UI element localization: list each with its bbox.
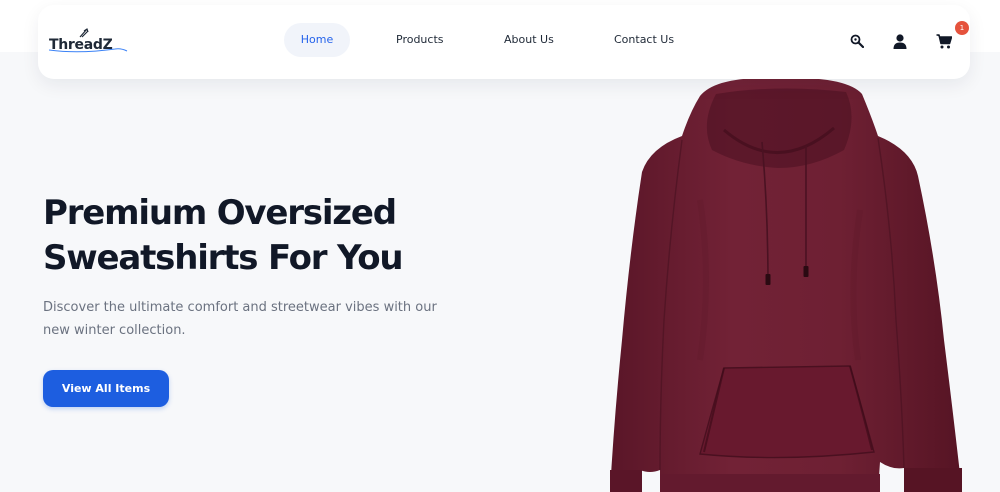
hero-title: Premium Oversized Sweatshirts For You bbox=[43, 191, 463, 281]
user-icon bbox=[893, 33, 907, 49]
hero-description-line-2: new winter collection. bbox=[43, 323, 186, 338]
search-icon bbox=[850, 34, 864, 48]
hero-title-line-1: Premium Oversized bbox=[43, 193, 397, 233]
brand-logo[interactable]: ThreadZ bbox=[49, 27, 129, 57]
hoodie-product-image bbox=[610, 77, 962, 492]
cart-count-badge: 1 bbox=[955, 21, 969, 35]
hero-description: Discover the ultimate comfort and street… bbox=[43, 296, 437, 342]
nav-link-about-us[interactable]: About Us bbox=[504, 31, 554, 61]
logo-swoosh-icon bbox=[49, 48, 128, 53]
navbar: ThreadZ Home Products About Us Contact U… bbox=[38, 5, 970, 79]
hero-description-line-1: Discover the ultimate comfort and street… bbox=[43, 300, 437, 315]
view-all-items-button[interactable]: View All Items bbox=[43, 370, 169, 407]
nav-link-products[interactable]: Products bbox=[396, 31, 444, 61]
nav-link-contact-us[interactable]: Contact Us bbox=[614, 31, 674, 61]
account-button[interactable] bbox=[890, 31, 910, 51]
hero-title-line-2: Sweatshirts For You bbox=[43, 238, 404, 278]
search-button[interactable] bbox=[847, 31, 867, 51]
nav-link-home[interactable]: Home bbox=[284, 23, 350, 57]
cart-icon bbox=[936, 33, 952, 48]
cart-button[interactable] bbox=[934, 31, 954, 51]
